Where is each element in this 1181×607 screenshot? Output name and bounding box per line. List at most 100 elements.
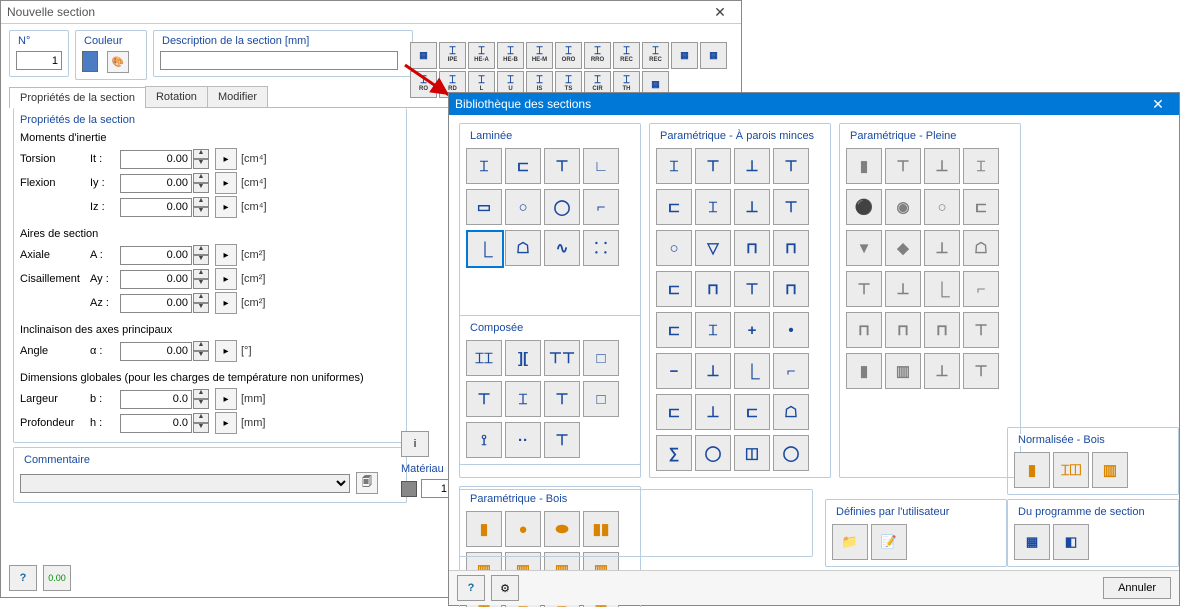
g-composee-cell-0[interactable]: ⌶⌶ (466, 340, 502, 376)
g-minces-cell-20[interactable]: − (656, 353, 692, 389)
g-minces-cell-31[interactable]: ◯ (773, 435, 809, 471)
g-minces-cell-21[interactable]: ⊥ (695, 353, 731, 389)
tab-properties[interactable]: Propriétés de la section (9, 87, 146, 108)
toolbar-btn-6[interactable]: ⌶RRO (584, 42, 611, 69)
g-minces-cell-28[interactable]: ∑ (656, 435, 692, 471)
spin-down-icon[interactable]: ▼ (193, 159, 209, 169)
g-pleine-cell-8[interactable]: ▼ (846, 230, 882, 266)
g-minces-cell-30[interactable]: ◫ (734, 435, 770, 471)
comment-lib-button[interactable]: 🗐 (356, 472, 378, 494)
g-minces-cell-1[interactable]: ⊤ (695, 148, 731, 184)
toolbar-btn-10[interactable]: ▦ (700, 42, 727, 69)
g-pleine-cell-3[interactable]: ⌶ (963, 148, 999, 184)
tab-modifier[interactable]: Modifier (207, 86, 268, 107)
color-picker-button[interactable]: 🎨 (107, 51, 129, 73)
cancel-button[interactable]: Annuler (1103, 577, 1171, 599)
g-composee-cell-10[interactable]: ⊤ (544, 422, 580, 458)
g-minces-cell-8[interactable]: ○ (656, 230, 692, 266)
g-pleine-cell-2[interactable]: ⊥ (924, 148, 960, 184)
g-minces-cell-24[interactable]: ⊏ (656, 394, 692, 430)
a-input[interactable] (120, 246, 192, 265)
g-laminee-cell-5[interactable]: ○ (505, 189, 541, 225)
g-pleine-cell-7[interactable]: ⊏ (963, 189, 999, 225)
g-composee-cell-6[interactable]: ⊤ (544, 381, 580, 417)
description-input[interactable] (160, 51, 398, 70)
toolbar-btn-8[interactable]: ⌶REC (642, 42, 669, 69)
g-minces-cell-11[interactable]: ⊓ (773, 230, 809, 266)
g-laminee-cell-7[interactable]: ⌐ (583, 189, 619, 225)
iy-input[interactable] (120, 174, 192, 193)
g-composee-cell-4[interactable]: ⊤ (466, 381, 502, 417)
step-btn[interactable]: ▸ (215, 148, 237, 170)
g-pleine-cell-12[interactable]: ⊤ (846, 271, 882, 307)
help-button[interactable]: ? (9, 565, 37, 591)
g-minces-cell-13[interactable]: ⊓ (695, 271, 731, 307)
g-pleine-cell-6[interactable]: ○ (924, 189, 960, 225)
g-composee-cell-8[interactable]: ⟟ (466, 422, 502, 458)
g-minces-cell-15[interactable]: ⊓ (773, 271, 809, 307)
ay-input[interactable] (120, 270, 192, 289)
g-pleine-cell-1[interactable]: ⊤ (885, 148, 921, 184)
g-normbois-cell-0[interactable]: ▮ (1014, 452, 1050, 488)
g-pleine-cell-18[interactable]: ⊓ (924, 312, 960, 348)
g-minces-cell-23[interactable]: ⌐ (773, 353, 809, 389)
g-user-cell-1[interactable]: 📝 (871, 524, 907, 560)
g-minces-cell-0[interactable]: ⌶ (656, 148, 692, 184)
g-composee-cell-3[interactable]: □ (583, 340, 619, 376)
g-pleine-cell-15[interactable]: ⌐ (963, 271, 999, 307)
g-pleine-cell-23[interactable]: ⊤ (963, 353, 999, 389)
g-laminee-cell-1[interactable]: ⊏ (505, 148, 541, 184)
g-prog-cell-0[interactable]: ▦ (1014, 524, 1050, 560)
iz-input[interactable] (120, 198, 192, 217)
g-normbois-cell-2[interactable]: ▥ (1092, 452, 1128, 488)
toolbar-btn-0[interactable]: ▦ (410, 42, 437, 69)
g-pleine-cell-5[interactable]: ◉ (885, 189, 921, 225)
toolbar-btn-9[interactable]: ▦ (671, 42, 698, 69)
alpha-input[interactable] (120, 342, 192, 361)
g-minces-cell-29[interactable]: ◯ (695, 435, 731, 471)
az-input[interactable] (120, 294, 192, 313)
g-prog-cell-1[interactable]: ◧ (1053, 524, 1089, 560)
color-swatch[interactable] (82, 51, 98, 72)
g-laminee-cell-6[interactable]: ◯ (544, 189, 580, 225)
close-icon[interactable]: ✕ (705, 1, 735, 23)
toolbar-btn-5[interactable]: ⌶ORO (555, 42, 582, 69)
g-minces-cell-2[interactable]: ⊥ (734, 148, 770, 184)
g-minces-cell-7[interactable]: ⊤ (773, 189, 809, 225)
section-number-input[interactable] (16, 51, 62, 70)
toolbar-btn-3[interactable]: ⌶HE-B (497, 42, 524, 69)
g-minces-cell-16[interactable]: ⊏ (656, 312, 692, 348)
g-pleine-cell-13[interactable]: ⊥ (885, 271, 921, 307)
comment-select[interactable] (20, 474, 350, 493)
g-minces-cell-4[interactable]: ⊏ (656, 189, 692, 225)
b-input[interactable] (120, 390, 192, 409)
g-minces-cell-12[interactable]: ⊏ (656, 271, 692, 307)
g-pleine-cell-19[interactable]: ⊤ (963, 312, 999, 348)
g-minces-cell-5[interactable]: ⌶ (695, 189, 731, 225)
g-pleine-cell-11[interactable]: ☖ (963, 230, 999, 266)
g-laminee-cell-0[interactable]: ⌶ (466, 148, 502, 184)
g-user-cell-0[interactable]: 📁 (832, 524, 868, 560)
g-composee-cell-2[interactable]: ⊤⊤ (544, 340, 580, 376)
g-pleine-cell-0[interactable]: ▮ (846, 148, 882, 184)
g-minces-cell-14[interactable]: ⊤ (734, 271, 770, 307)
info-button[interactable]: i (401, 431, 429, 457)
h-input[interactable] (120, 414, 192, 433)
material-num[interactable] (421, 479, 451, 498)
g-pleine-cell-16[interactable]: ⊓ (846, 312, 882, 348)
lib-help-button[interactable]: ? (457, 575, 485, 601)
toolbar-btn-11[interactable]: ⌶RO (410, 71, 437, 98)
g-laminee-cell-10[interactable]: ∿ (544, 230, 580, 266)
lib-settings-button[interactable]: ⚙ (491, 575, 519, 601)
g-normbois-cell-1[interactable]: ⌶◫ (1053, 452, 1089, 488)
g-pleine-cell-21[interactable]: ▥ (885, 353, 921, 389)
tab-rotation[interactable]: Rotation (145, 86, 208, 107)
g-pleine-cell-17[interactable]: ⊓ (885, 312, 921, 348)
g-composee-cell-9[interactable]: ·· (505, 422, 541, 458)
toolbar-btn-7[interactable]: ⌶REC (613, 42, 640, 69)
g-minces-cell-26[interactable]: ⊏ (734, 394, 770, 430)
g-pleine-cell-10[interactable]: ⊥ (924, 230, 960, 266)
g-pleine-cell-14[interactable]: ⎿ (924, 271, 960, 307)
it-input[interactable] (120, 150, 192, 169)
g-laminee-cell-9[interactable]: ☖ (505, 230, 541, 266)
